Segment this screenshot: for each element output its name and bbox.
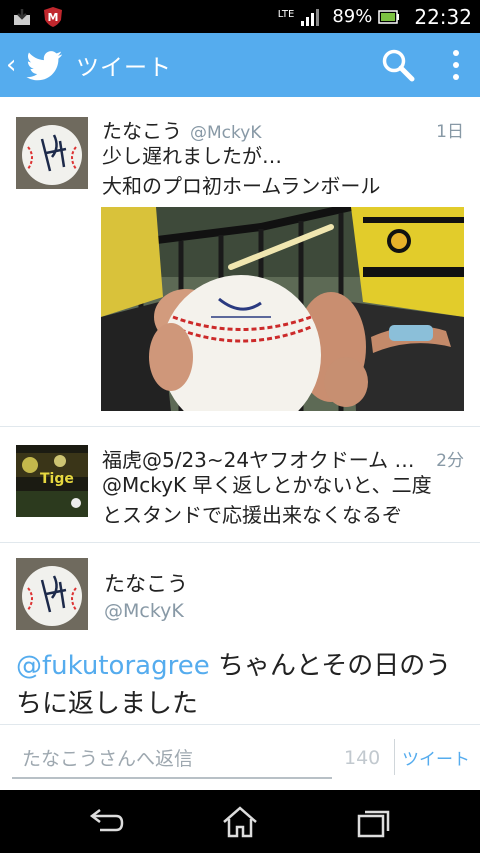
mention-link[interactable]: @fukutoragree: [16, 651, 210, 681]
tweet-author-handle[interactable]: @MckyK: [190, 123, 261, 143]
character-count: 140: [344, 747, 381, 769]
search-icon[interactable]: [380, 47, 416, 83]
reply-input[interactable]: [12, 741, 332, 779]
tweet-header: たなこう @MckyK: [102, 115, 261, 144]
clock: 22:32: [414, 4, 472, 29]
battery-icon: [378, 9, 400, 24]
tweet-photo[interactable]: [101, 207, 464, 411]
app-bar: ‹ ツイート: [0, 33, 480, 97]
tweet-button[interactable]: ツイート: [402, 745, 470, 770]
download-notification-icon: [14, 8, 30, 25]
detail-author-handle[interactable]: @MckyK: [104, 600, 184, 622]
avatar[interactable]: [16, 558, 88, 630]
divider: [394, 739, 395, 775]
detail-text-part: ちに返しました: [16, 689, 199, 719]
tweet-text: 少し遅れましたが… 大和のプロ初ホームランボール: [102, 141, 466, 201]
back-nav-icon[interactable]: [86, 804, 126, 840]
tweet-text-line: 大和のプロ初ホームランボール: [102, 174, 381, 198]
navigation-bar: [0, 790, 480, 853]
tweet-timestamp: 1日: [436, 122, 464, 142]
twitter-bird-icon[interactable]: [24, 49, 64, 81]
tweet-timestamp: 2分: [436, 451, 464, 471]
battery-percent: 89%: [332, 6, 373, 27]
tweet-author-name[interactable]: たなこう: [102, 115, 182, 144]
tweet-author-name[interactable]: 福虎@5/23~24ヤフオクドーム …: [102, 444, 414, 473]
tweet-item[interactable]: Tige 福虎@5/23~24ヤフオクドーム … 2分 @MckyK 早く返しと…: [0, 428, 480, 543]
signal-icon: [301, 8, 320, 26]
avatar[interactable]: [16, 117, 88, 189]
recent-apps-nav-icon[interactable]: [354, 804, 394, 840]
back-icon[interactable]: ‹: [6, 50, 20, 80]
tweet-header: 福虎@5/23~24ヤフオクドーム …: [102, 444, 414, 473]
tweet-text-line: 少し遅れましたが…: [102, 144, 282, 168]
tweet-text-line: とスタンドで応援出来なくなるぞ: [102, 503, 402, 527]
tweet-text: @MckyK 早く返しとかないと、二度 とスタンドで応援出来なくなるぞ: [102, 470, 466, 530]
svg-text:M: M: [48, 11, 59, 24]
detail-text-part: ちゃんとその日のう: [209, 651, 452, 681]
mcafee-icon: M: [44, 6, 62, 27]
avatar[interactable]: Tige: [16, 445, 88, 517]
detail-author-name[interactable]: たなこう: [104, 568, 188, 598]
overflow-menu-icon[interactable]: [448, 47, 464, 83]
network-type: LTE: [277, 8, 295, 20]
reply-composer: 140 ツイート: [0, 724, 480, 790]
tweet-text-line: @MckyK 早く返しとかないと、二度: [102, 473, 432, 497]
app-bar-title: ツイート: [76, 55, 172, 81]
home-nav-icon[interactable]: [220, 804, 260, 840]
svg-text:Tige: Tige: [40, 471, 74, 487]
detail-tweet-text: @fukutoragree ちゃんとその日のう ちに返しました: [16, 647, 468, 723]
status-bar: M LTE 89% 22:32: [0, 0, 480, 33]
